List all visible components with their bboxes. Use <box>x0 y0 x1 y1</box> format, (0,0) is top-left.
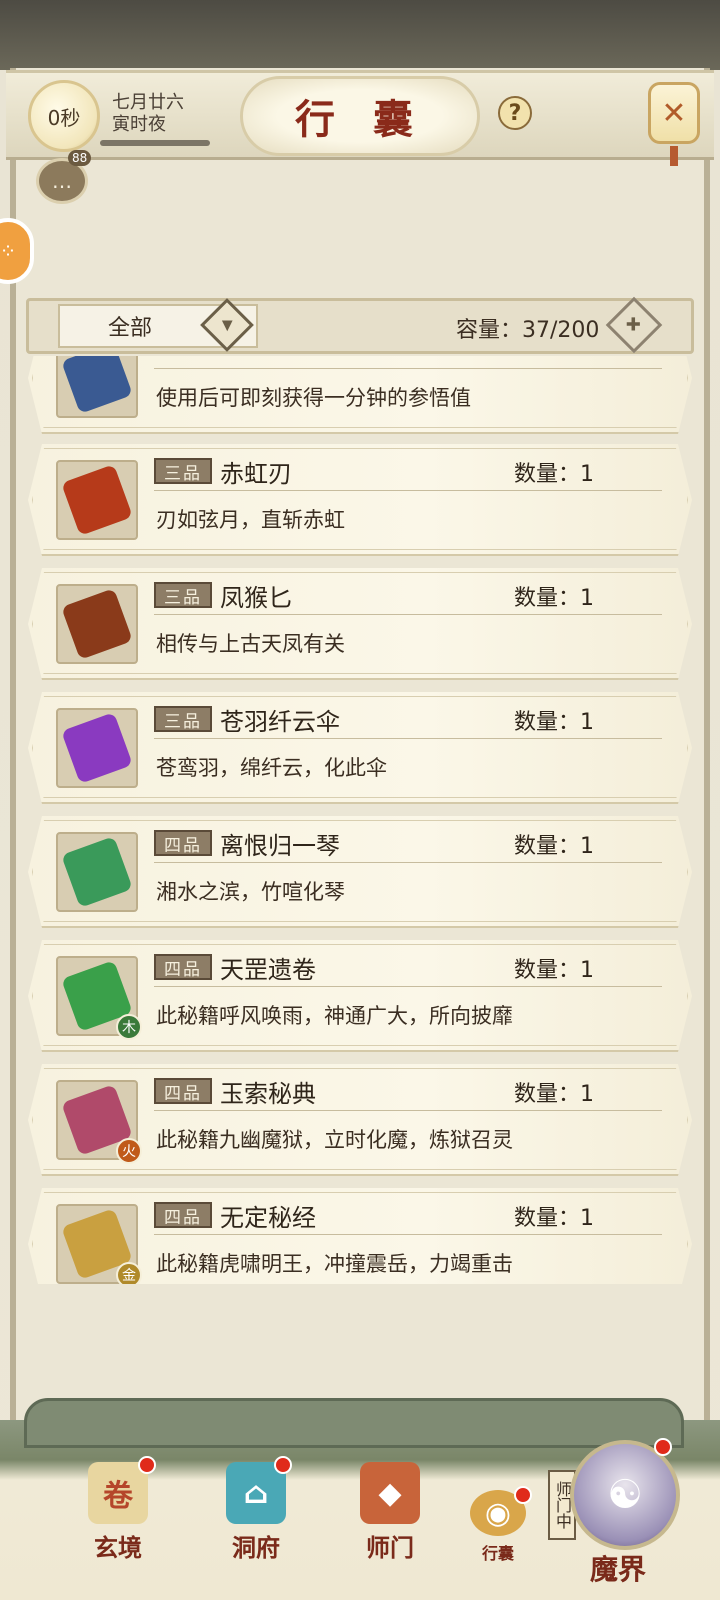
book-icon <box>61 356 133 414</box>
nav-shimen[interactable]: ◆ 师门 <box>360 1462 420 1563</box>
scroll-icon: 卷 <box>88 1462 148 1524</box>
item-icon-frame: 金 <box>56 1204 142 1284</box>
bottom-tray <box>24 1398 684 1448</box>
nav-xuanjing[interactable]: 卷 玄境 <box>88 1462 148 1563</box>
time-progress <box>100 140 210 146</box>
timer-badge[interactable]: 0秒 <box>28 80 100 152</box>
nav-xuanjing-label: 玄境 <box>94 1533 142 1562</box>
item-grade: 三品 <box>154 582 212 608</box>
item-quantity: 数量：1 <box>514 1206 594 1231</box>
capacity-label: 容量：37/200 <box>456 318 600 343</box>
list-item[interactable]: 四品 离恨归一琴 数量：1 湘水之滨，竹喧化琴 <box>28 816 692 928</box>
item-name: 离恨归一琴 <box>220 832 340 860</box>
item-grade: 三品 <box>154 706 212 732</box>
item-divider <box>154 862 662 863</box>
item-name: 天罡遗卷 <box>220 956 316 984</box>
item-grade: 四品 <box>154 1202 212 1228</box>
item-description: 此秘籍九幽魔狱，立时化魔，炼狱召灵 <box>156 1128 513 1152</box>
item-divider <box>154 986 662 987</box>
item-quantity: 数量：1 <box>514 1082 594 1107</box>
xingnang-notice-dot <box>514 1486 532 1504</box>
nav-mojie-label: 魔界 <box>590 1553 647 1586</box>
plus-icon: ✚ <box>626 314 642 336</box>
list-item[interactable]: 木 四品 天罡遗卷 数量：1 此秘籍呼风唤雨，神通广大，所向披靡 <box>28 940 692 1052</box>
item-description: 湘水之滨，竹喧化琴 <box>156 880 345 904</box>
item-divider <box>154 490 662 491</box>
nav-mojie[interactable]: ☯ <box>570 1440 680 1550</box>
list-item[interactable]: 使用后可即刻获得一分钟的参悟值 <box>28 356 692 434</box>
item-description: 苍鸾羽，绵纤云，化此伞 <box>156 756 387 780</box>
item-icon-frame <box>56 708 138 788</box>
item-description: 此秘籍虎啸明王，冲撞震岳，力竭重击 <box>156 1252 513 1276</box>
item-icon-frame <box>56 460 138 540</box>
item-icon-frame <box>56 356 138 418</box>
nav-dongfu-label: 洞府 <box>232 1533 280 1562</box>
item-icon-frame: 木 <box>56 956 142 1040</box>
item-description: 此秘籍呼风唤雨，神通广大，所向披靡 <box>156 1004 513 1028</box>
category-selected: 全部 <box>108 316 153 341</box>
nav-xingnang-label: 行囊 <box>481 1544 514 1563</box>
dongfu-notice-dot <box>274 1456 292 1474</box>
item-divider <box>154 368 662 369</box>
item-name: 赤虹刃 <box>220 460 292 488</box>
chat-icon: … <box>52 169 72 193</box>
item-divider <box>154 1110 662 1111</box>
list-item[interactable]: 金 四品 无定秘经 数量：1 此秘籍虎啸明王，冲撞震岳，力竭重击 <box>28 1188 692 1284</box>
chevron-down-icon: ▼ <box>221 317 233 333</box>
item-name: 凤猴匕 <box>220 584 292 612</box>
list-item[interactable]: 三品 苍羽纤云伞 数量：1 苍鸾羽，绵纤云，化此伞 <box>28 692 692 804</box>
item-quantity: 数量：1 <box>514 958 594 983</box>
blade-icon <box>61 464 133 536</box>
item-quantity: 数量：1 <box>514 710 594 735</box>
item-quantity: 数量：1 <box>514 586 594 611</box>
list-item[interactable]: 三品 凤猴匕 数量：1 相传与上古天凤有关 <box>28 568 692 680</box>
list-item[interactable]: 三品 赤虹刃 数量：1 刃如弦月，直斩赤虹 <box>28 444 692 556</box>
mojie-notice-dot <box>654 1438 672 1456</box>
nav-shimen-label: 师门 <box>366 1533 414 1562</box>
dagger-icon <box>61 588 133 660</box>
chat-badge: 88 <box>68 150 92 166</box>
nav-dongfu[interactable]: ⌂ 洞府 <box>226 1462 286 1563</box>
demon-realm-icon: ☯ <box>607 1472 643 1518</box>
timer-text: 0秒 <box>47 105 81 130</box>
element-badge: 火 <box>116 1138 142 1164</box>
item-grade: 四品 <box>154 954 212 980</box>
item-icon-frame: 火 <box>56 1080 142 1164</box>
page-title: 行 囊 <box>295 96 425 143</box>
close-button[interactable]: ✕ <box>648 82 700 144</box>
item-description: 相传与上古天凤有关 <box>156 632 345 656</box>
item-description: 刃如弦月，直斩赤虹 <box>156 508 345 532</box>
item-name: 苍羽纤云伞 <box>220 708 340 736</box>
element-badge: 木 <box>116 1014 142 1040</box>
item-name: 玉索秘典 <box>220 1080 316 1108</box>
zither-icon <box>61 836 133 908</box>
help-button[interactable]: ? <box>498 96 532 130</box>
item-divider <box>154 1234 662 1235</box>
lantern-tassel <box>670 146 678 166</box>
dots-icon: ⁘ <box>0 239 17 263</box>
element-badge: 金 <box>116 1262 142 1284</box>
item-grade: 三品 <box>154 458 212 484</box>
banner-icon: ◆ <box>360 1462 420 1524</box>
item-quantity: 数量：1 <box>514 834 594 859</box>
lunar-hour: 寅时夜 <box>112 114 166 135</box>
item-quantity: 数量：1 <box>514 462 594 487</box>
top-strip <box>0 0 720 70</box>
question-icon: ? <box>508 100 522 126</box>
close-icon: ✕ <box>661 95 687 131</box>
item-divider <box>154 614 662 615</box>
item-description: 使用后可即刻获得一分钟的参悟值 <box>156 386 471 410</box>
item-divider <box>154 738 662 739</box>
xuanjing-notice-dot <box>138 1456 156 1474</box>
item-name: 无定秘经 <box>220 1204 316 1232</box>
item-icon-frame <box>56 832 138 912</box>
item-icon-frame <box>56 584 138 664</box>
item-grade: 四品 <box>154 1078 212 1104</box>
item-list[interactable]: 使用后可即刻获得一分钟的参悟值 三品 赤虹刃 数量：1 刃如弦月，直斩赤虹 三品… <box>28 356 692 1284</box>
umbrella-icon <box>61 712 133 784</box>
list-item[interactable]: 火 四品 玉索秘典 数量：1 此秘籍九幽魔狱，立时化魔，炼狱召灵 <box>28 1064 692 1176</box>
title-plaque: 行 囊 <box>240 76 480 156</box>
item-grade: 四品 <box>154 830 212 856</box>
